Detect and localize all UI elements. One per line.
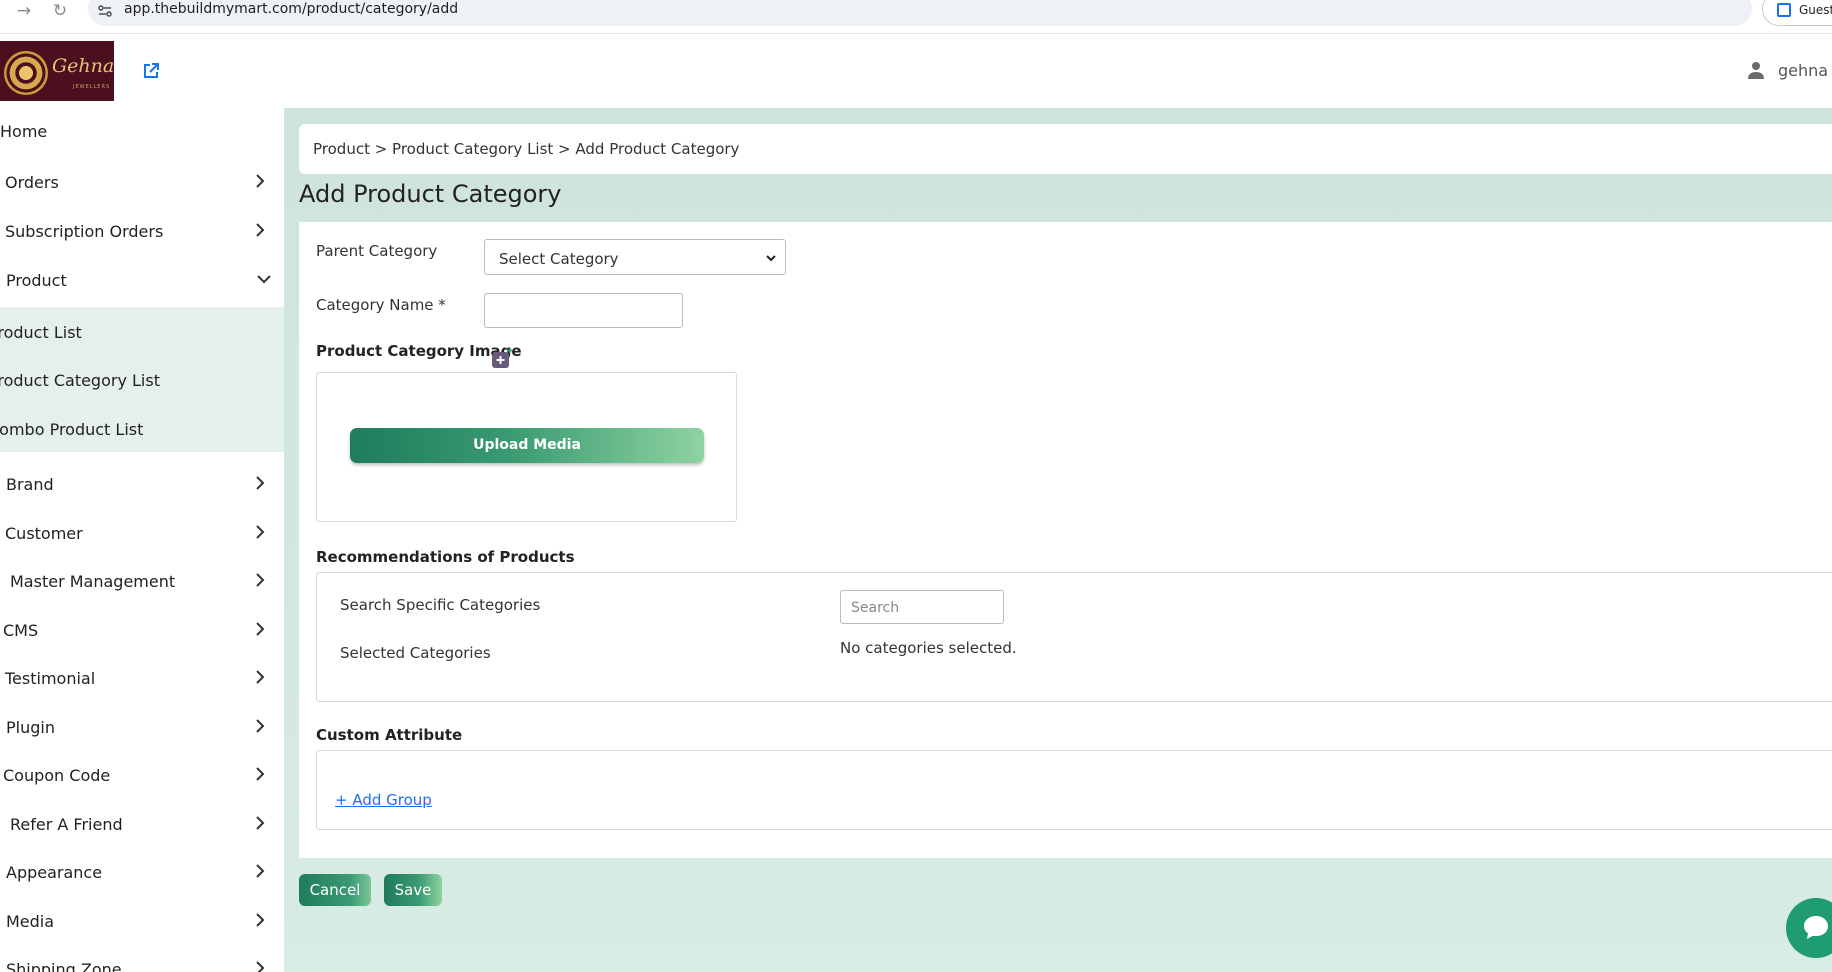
forward-icon[interactable]: → [10, 0, 38, 22]
category-image-label: Product Category Image [316, 342, 522, 360]
chat-widget-button[interactable] [1786, 898, 1832, 958]
profile-icon [1777, 3, 1791, 17]
sidebar-item-label: Master Management [10, 572, 176, 591]
chevron-down-icon [766, 255, 776, 262]
image-upload-area: Upload Media [316, 372, 737, 522]
chevron-right-icon [256, 573, 265, 587]
sidebar-item-label: Product List [0, 323, 82, 342]
ai-generate-icon[interactable] [492, 347, 514, 369]
profile-label: Guest [1799, 3, 1832, 17]
browser-toolbar: → ↻ app.thebuildmymart.com/product/categ… [0, 0, 1832, 34]
sidebar-item-product[interactable]: Product [0, 257, 284, 305]
chat-icon [1804, 916, 1828, 939]
sidebar-item-label: Customer [5, 524, 83, 543]
sidebar-item-plugin[interactable]: Plugin [0, 704, 284, 752]
sidebar-item-label: Subscription Orders [5, 222, 164, 241]
sidebar-item-product-category-list[interactable]: Product Category List [0, 359, 284, 403]
sidebar-item-label: Home [0, 122, 48, 141]
breadcrumb: Product > Product Category List > Add Pr… [313, 140, 740, 158]
user-menu[interactable]: gehna ▾ [1778, 61, 1832, 80]
save-button[interactable]: Save [384, 874, 442, 906]
logo-emblem-icon [4, 51, 48, 95]
page-title: Add Product Category [299, 180, 562, 208]
url-text: app.thebuildmymart.com/product/category/… [124, 1, 459, 17]
selected-categories-value: No categories selected. [840, 639, 1017, 657]
parent-category-value: Select Category [499, 250, 619, 268]
chevron-right-icon [256, 525, 265, 539]
search-placeholder: Search [851, 600, 900, 616]
chevron-right-icon [256, 174, 265, 188]
sidebar-item-brand[interactable]: Brand [0, 461, 284, 509]
parent-category-select[interactable]: Select Category [484, 239, 786, 275]
sidebar-item-media[interactable]: Media [0, 898, 284, 946]
sidebar-item-appearance[interactable]: Appearance [0, 849, 284, 897]
sidebar-item-coupon-code[interactable]: Coupon Code [0, 752, 284, 800]
chevron-right-icon [256, 476, 265, 490]
chevron-right-icon [256, 622, 265, 636]
user-name: gehna [1778, 61, 1829, 80]
app-header: Gehna JEWELLERS gehna ▾ [0, 34, 1832, 108]
chevron-right-icon [256, 719, 265, 733]
breadcrumb-bar: Product > Product Category List > Add Pr… [299, 124, 1832, 174]
category-search-input[interactable]: Search [840, 590, 1004, 624]
sidebar-item-label: Shipping Zone [6, 960, 122, 972]
recommendations-panel: Search Specific Categories Search Select… [316, 572, 1832, 702]
sidebar-item-label: Testimonial [5, 669, 96, 688]
selected-categories-label: Selected Categories [340, 644, 491, 662]
sidebar-item-label: Brand [6, 475, 54, 494]
chevron-right-icon [256, 670, 265, 684]
reload-icon[interactable]: ↻ [46, 0, 74, 22]
sidebar-item-testimonial[interactable]: Testimonial [0, 655, 284, 703]
category-form: Parent Category Select Category Category… [299, 222, 1832, 858]
parent-category-label: Parent Category [316, 242, 438, 260]
sidebar-item-label: Coupon Code [3, 766, 111, 785]
sidebar-item-label: Combo Product List [0, 420, 144, 439]
address-bar[interactable]: app.thebuildmymart.com/product/category/… [88, 0, 1752, 26]
custom-attribute-panel: + Add Group [316, 750, 1832, 830]
sidebar-item-cms[interactable]: CMS [0, 607, 284, 655]
sidebar-item-customer[interactable]: Customer [0, 510, 284, 558]
sidebar-item-label: Product [6, 271, 67, 290]
main-content: Product > Product Category List > Add Pr… [284, 108, 1832, 972]
custom-attribute-heading: Custom Attribute [316, 726, 463, 744]
sidebar-item-label: Refer A Friend [10, 815, 123, 834]
profile-button[interactable]: Guest [1762, 0, 1832, 26]
chevron-right-icon [256, 961, 265, 972]
sidebar-item-shipping-zone[interactable]: Shipping Zone [0, 946, 284, 972]
category-name-label: Category Name * [316, 296, 446, 314]
sidebar: Home Orders Subscription Orders Product … [0, 108, 284, 972]
recommendations-heading: Recommendations of Products [316, 548, 575, 566]
sidebar-item-label: Plugin [6, 718, 55, 737]
chevron-right-icon [256, 223, 265, 237]
brand-logo[interactable]: Gehna JEWELLERS [0, 41, 114, 101]
chevron-right-icon [256, 816, 265, 830]
product-submenu: Product List Product Category List Combo… [0, 307, 284, 452]
search-categories-label: Search Specific Categories [340, 596, 541, 614]
category-name-input[interactable] [484, 293, 683, 328]
chevron-right-icon [256, 864, 265, 878]
sidebar-item-subscription-orders[interactable]: Subscription Orders [0, 208, 284, 256]
site-settings-icon[interactable] [98, 5, 112, 17]
cancel-button[interactable]: Cancel [299, 874, 371, 906]
chevron-down-icon [257, 275, 271, 284]
sidebar-item-product-list[interactable]: Product List [0, 311, 284, 355]
logo-text: Gehna [52, 55, 114, 77]
sidebar-item-label: Media [6, 912, 55, 931]
sidebar-item-combo-product-list[interactable]: Combo Product List [0, 408, 284, 452]
logo-subtext: JEWELLERS [73, 84, 111, 90]
sidebar-item-refer-a-friend[interactable]: Refer A Friend [0, 801, 284, 849]
sidebar-item-label: Product Category List [0, 371, 160, 390]
chevron-right-icon [256, 913, 265, 927]
upload-media-button[interactable]: Upload Media [350, 428, 704, 463]
external-link-icon[interactable] [142, 62, 160, 80]
sidebar-item-orders[interactable]: Orders [0, 159, 284, 207]
sidebar-item-label: CMS [3, 621, 39, 640]
user-icon[interactable] [1748, 61, 1764, 79]
sidebar-item-label: Orders [5, 173, 59, 192]
chevron-right-icon [256, 767, 265, 781]
sidebar-item-master-management[interactable]: Master Management [0, 558, 284, 606]
add-group-link[interactable]: + Add Group [335, 791, 432, 809]
sidebar-item-home[interactable]: Home [0, 108, 284, 156]
sidebar-item-label: Appearance [6, 863, 103, 882]
